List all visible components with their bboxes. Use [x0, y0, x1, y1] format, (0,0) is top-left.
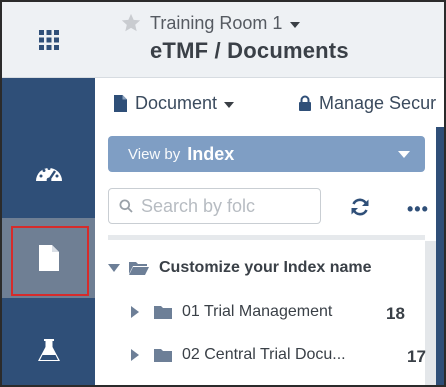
- app-grid-button[interactable]: [2, 2, 95, 78]
- expand-right-icon[interactable]: [131, 306, 139, 318]
- right-panel-edge: [436, 127, 444, 385]
- folder-open-icon: [129, 262, 149, 275]
- manage-security-label: Manage Secur: [319, 93, 437, 113]
- page-title: eTMF / Documents: [150, 38, 349, 63]
- top-header: Training Room 1 eTMF / Documents: [2, 2, 444, 78]
- tree-root-label: Customize your Index name: [159, 259, 372, 276]
- app-grid-icon: [38, 30, 59, 50]
- tree-item[interactable]: 01 Trial Management: [131, 303, 332, 321]
- caret-down-icon: [224, 102, 235, 108]
- view-by-dropdown[interactable]: View by Index: [108, 136, 425, 172]
- expand-down-icon[interactable]: [108, 264, 120, 272]
- view-by-prefix: View by: [128, 145, 181, 163]
- search-input[interactable]: [141, 195, 311, 217]
- search-field[interactable]: [108, 188, 321, 224]
- lock-icon: [299, 95, 311, 111]
- tree-root[interactable]: Customize your Index name: [108, 259, 372, 277]
- expand-right-icon[interactable]: [131, 349, 139, 361]
- sidebar-item-dashboard[interactable]: [2, 132, 95, 212]
- sidebar-item-lab[interactable]: [2, 310, 95, 385]
- tree-item-count: 18: [386, 304, 405, 323]
- tree-item[interactable]: 02 Central Trial Docu...: [131, 346, 346, 364]
- refresh-icon[interactable]: [349, 196, 371, 218]
- folder-icon: [154, 306, 172, 319]
- sidebar-item-documents[interactable]: [2, 218, 95, 298]
- tree-item-label: 01 Trial Management: [182, 303, 333, 320]
- star-icon[interactable]: [120, 12, 142, 34]
- chevron-down-icon: [398, 151, 410, 158]
- tree-item-label: 02 Central Trial Docu...: [182, 346, 346, 363]
- sidebar-nav: [2, 78, 95, 385]
- file-icon: [114, 95, 127, 112]
- app-window: Training Room 1 eTMF / Documents Documen…: [0, 0, 446, 387]
- room-selector[interactable]: Training Room 1: [150, 13, 301, 34]
- search-icon: [119, 199, 133, 213]
- more-options-icon[interactable]: •••: [407, 199, 429, 220]
- view-by-value: Index: [187, 143, 235, 164]
- main-panel: Document Manage Secur View by Index Sear…: [95, 79, 444, 385]
- flask-icon: [37, 339, 60, 361]
- document-menu-button[interactable]: Document: [113, 93, 235, 114]
- divider: [108, 235, 425, 240]
- manage-security-button[interactable]: Manage Secur: [298, 93, 436, 114]
- highlight-box: [11, 226, 89, 296]
- tree-item-count: 17: [407, 347, 426, 366]
- room-name: Training Room 1: [150, 13, 283, 33]
- folder-icon: [154, 349, 172, 362]
- document-menu-label: Document: [135, 93, 218, 113]
- scrollbar[interactable]: [425, 241, 436, 385]
- dashboard-icon: [35, 167, 62, 183]
- caret-down-icon: [290, 22, 301, 28]
- toolbar: Document Manage Secur: [95, 79, 444, 129]
